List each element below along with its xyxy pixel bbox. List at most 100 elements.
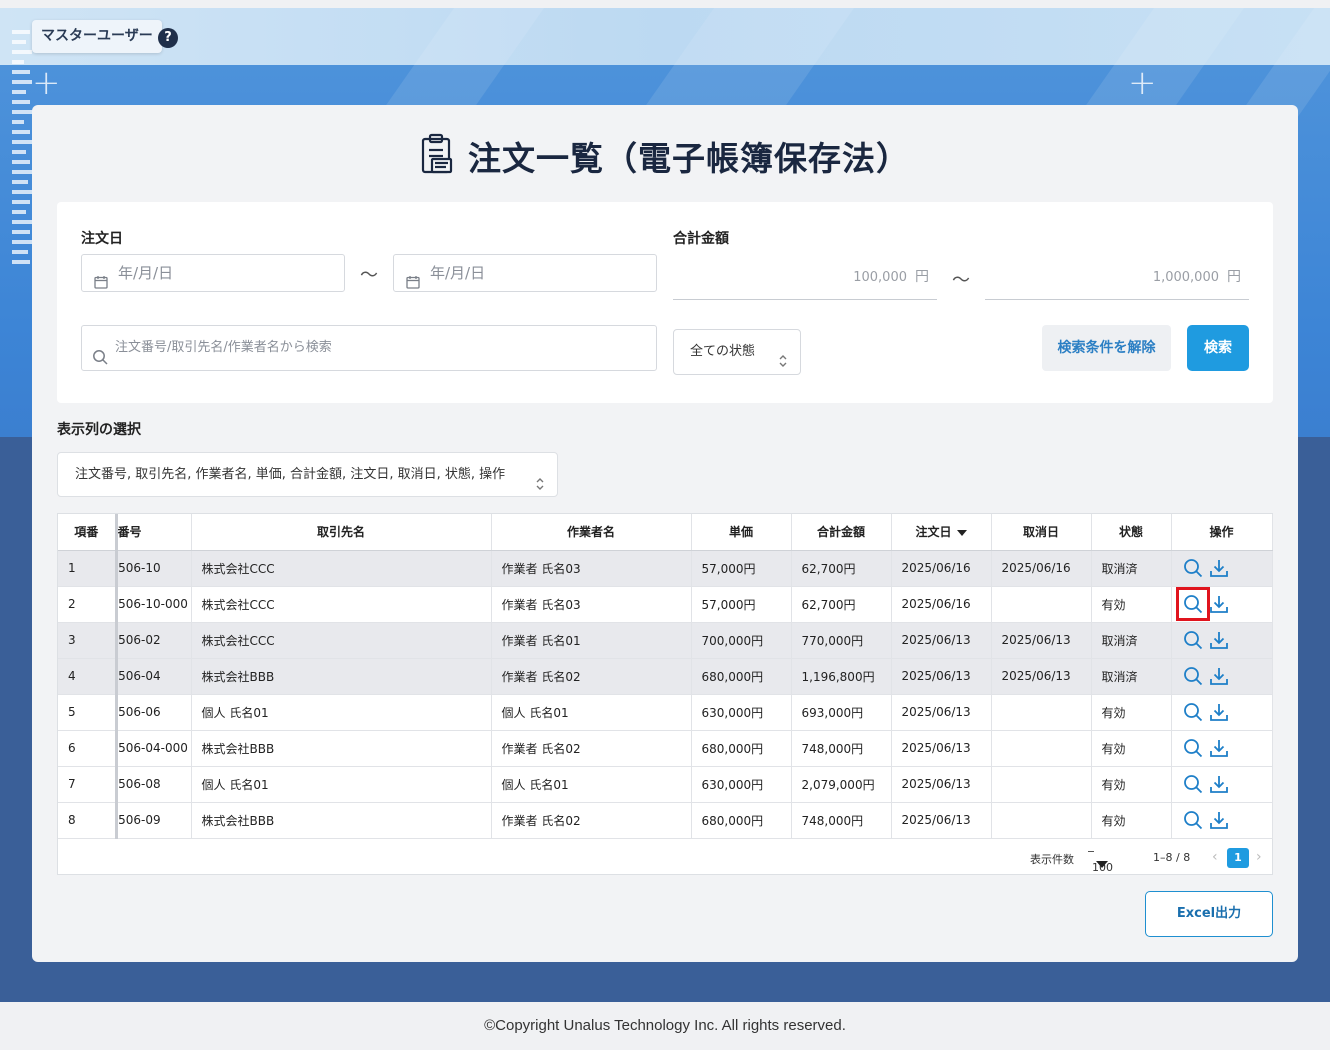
search-icon[interactable] — [1182, 773, 1204, 795]
table-row[interactable]: 32506-02株式会社CCC作業者 氏名01700,000円770,000円2… — [58, 622, 1273, 659]
cell-actions — [1171, 550, 1273, 587]
clipboard-document-icon — [420, 133, 454, 183]
cell-actions — [1171, 622, 1273, 659]
cell-client: 株式会社CCC — [191, 550, 492, 587]
cell-order-number: 2506-08 — [116, 766, 192, 803]
cell-order-number: 2506-02 — [116, 622, 192, 659]
background-ticks — [12, 30, 34, 270]
cell-client: 個人 氏名01 — [191, 694, 492, 731]
per-page-label: 表示件数 — [1030, 853, 1074, 866]
cell-order-number: 2506-04 — [116, 658, 192, 695]
cell-order-number-text: 2506-04-000 — [116, 741, 188, 755]
table-row[interactable]: 82506-09 株式会社BBB作業者 氏名02680,000円748,000円2… — [58, 802, 1273, 839]
header-unit-price[interactable]: 単価 — [691, 514, 792, 551]
header-total[interactable]: 合計金額 — [791, 514, 892, 551]
download-icon[interactable] — [1208, 701, 1230, 723]
header-status[interactable]: 状態 — [1091, 514, 1172, 551]
background-cross: + — [32, 63, 61, 103]
cell-cancel-date — [991, 730, 1092, 767]
page-number-button[interactable]: 1 — [1227, 848, 1249, 868]
search-icon[interactable] — [1182, 629, 1204, 651]
search-button[interactable]: 検索 — [1187, 325, 1249, 371]
order-date-from-input[interactable]: 年/月/日 — [81, 254, 345, 292]
cell-status: 有効 — [1091, 730, 1172, 767]
download-icon[interactable] — [1208, 665, 1230, 687]
amount-max-input[interactable]: 1,000,000 円 — [985, 254, 1249, 300]
download-icon[interactable] — [1208, 593, 1230, 615]
table-row[interactable]: 52506-06個人 氏名01個人 氏名01630,000円693,000円20… — [58, 694, 1273, 731]
user-role-chip[interactable]: マスターユーザー — [32, 20, 162, 53]
column-select-value: 注文番号, 取引先名, 作業者名, 単価, 合計金額, 注文日, 取消日, 状態… — [75, 467, 506, 482]
search-icon — [92, 340, 108, 384]
cell-order-number: 2506-09 — [116, 802, 192, 839]
download-icon[interactable] — [1208, 629, 1230, 651]
help-icon[interactable]: ? — [158, 28, 178, 48]
download-icon[interactable] — [1208, 557, 1230, 579]
order-date-to-input[interactable]: 年/月/日 — [393, 254, 657, 292]
cell-status: 有効 — [1091, 586, 1172, 623]
cell-total: 62,700円 — [791, 586, 892, 623]
clear-filters-button[interactable]: 検索条件を解除 — [1042, 325, 1171, 371]
keyword-search-input[interactable]: 注文番号/取引先名/作業者名から検索 — [81, 325, 657, 371]
header-client[interactable]: 取引先名 — [191, 514, 492, 551]
page-title: 注文一覧（電子帳簿保存法） — [32, 132, 1298, 183]
cell-worker: 作業者 氏名01 — [491, 622, 692, 659]
cell-unit-price: 57,000円 — [691, 550, 792, 587]
header-worker[interactable]: 作業者名 — [491, 514, 692, 551]
cell-worker: 作業者 氏名02 — [491, 730, 692, 767]
amount-unit: 円 — [915, 269, 929, 285]
cell-worker: 作業者 氏名03 — [491, 550, 692, 587]
column-select[interactable]: 注文番号, 取引先名, 作業者名, 単価, 合計金額, 注文日, 取消日, 状態… — [57, 452, 558, 497]
amount-unit: 円 — [1227, 269, 1241, 285]
cell-total: 770,000円 — [791, 622, 892, 659]
download-icon[interactable] — [1208, 809, 1230, 831]
download-icon[interactable] — [1208, 737, 1230, 759]
cell-client: 株式会社BBB — [191, 802, 492, 839]
header-index[interactable]: 項番 — [58, 514, 118, 551]
page-title-text: 注文一覧（電子帳簿保存法） — [468, 139, 910, 178]
download-icon[interactable] — [1208, 773, 1230, 795]
header-order-date[interactable]: 注文日 — [891, 514, 992, 551]
cell-cancel-date — [991, 802, 1092, 839]
date-placeholder: 年/月/日 — [430, 264, 486, 282]
table-header-row: 項番 番号 取引先名 作業者名 単価 合計金額 注文日 取消日 状態 操作 — [58, 514, 1273, 551]
search-icon[interactable] — [1182, 701, 1204, 723]
cell-order-number: 2506-04-000 — [116, 730, 192, 767]
cell-cancel-date — [991, 694, 1092, 731]
chevron-right-icon[interactable]: › — [1256, 849, 1262, 865]
status-select-value: 全ての状態 — [690, 344, 756, 359]
header-order-number[interactable]: 番号 — [116, 514, 192, 551]
cell-status: 取消済 — [1091, 658, 1172, 695]
date-placeholder: 年/月/日 — [118, 264, 174, 282]
search-icon[interactable] — [1175, 587, 1210, 621]
cell-order-number-text: 2506-09 — [116, 813, 161, 827]
cell-status: 有効 — [1091, 802, 1172, 839]
excel-export-button[interactable]: Excel出力 — [1145, 891, 1273, 937]
search-icon[interactable] — [1182, 665, 1204, 687]
table-row[interactable]: 72506-08個人 氏名01個人 氏名01630,000円2,079,000円… — [58, 766, 1273, 803]
amount-min-input[interactable]: 100,000 円 — [673, 254, 937, 300]
cell-actions — [1171, 766, 1273, 803]
header-actions: 操作 — [1171, 514, 1273, 551]
status-select[interactable]: 全ての状態 — [673, 329, 801, 375]
per-page-select[interactable]: 100 — [1088, 850, 1113, 874]
cell-unit-price: 680,000円 — [691, 730, 792, 767]
search-icon[interactable] — [1182, 557, 1204, 579]
search-icon[interactable] — [1182, 809, 1204, 831]
cell-worker: 作業者 氏名02 — [491, 802, 692, 839]
cell-order-date: 2025/06/13 — [891, 622, 992, 659]
header-cancel-date[interactable]: 取消日 — [991, 514, 1092, 551]
cell-status: 有効 — [1091, 766, 1172, 803]
search-placeholder: 注文番号/取引先名/作業者名から検索 — [115, 340, 332, 355]
cell-order-number: 2506-10 — [116, 550, 192, 587]
table-row[interactable]: 42506-04 株式会社BBB作業者 氏名02680,000円1,196,800… — [58, 658, 1273, 695]
table-row[interactable]: 6 2506-04-000 株式会社BBB 作業者 氏名02 680,000円 748,0… — [58, 730, 1273, 767]
cell-index: 7 — [58, 766, 118, 803]
search-icon[interactable] — [1182, 737, 1204, 759]
table-row[interactable]: 12506-10株式会社CCC作業者 氏名0357,000円62,700円202… — [58, 550, 1273, 587]
cell-order-date: 2025/06/13 — [891, 658, 992, 695]
table-row[interactable]: 2 2506-10-000 株式会社CCC 作業者 氏名03 57,000円 62,700… — [58, 586, 1273, 623]
cell-order-number: 2506-10-000 — [116, 586, 192, 623]
cell-order-number-text: 2506-10 — [116, 561, 161, 575]
chevron-left-icon[interactable]: ‹ — [1212, 849, 1218, 865]
